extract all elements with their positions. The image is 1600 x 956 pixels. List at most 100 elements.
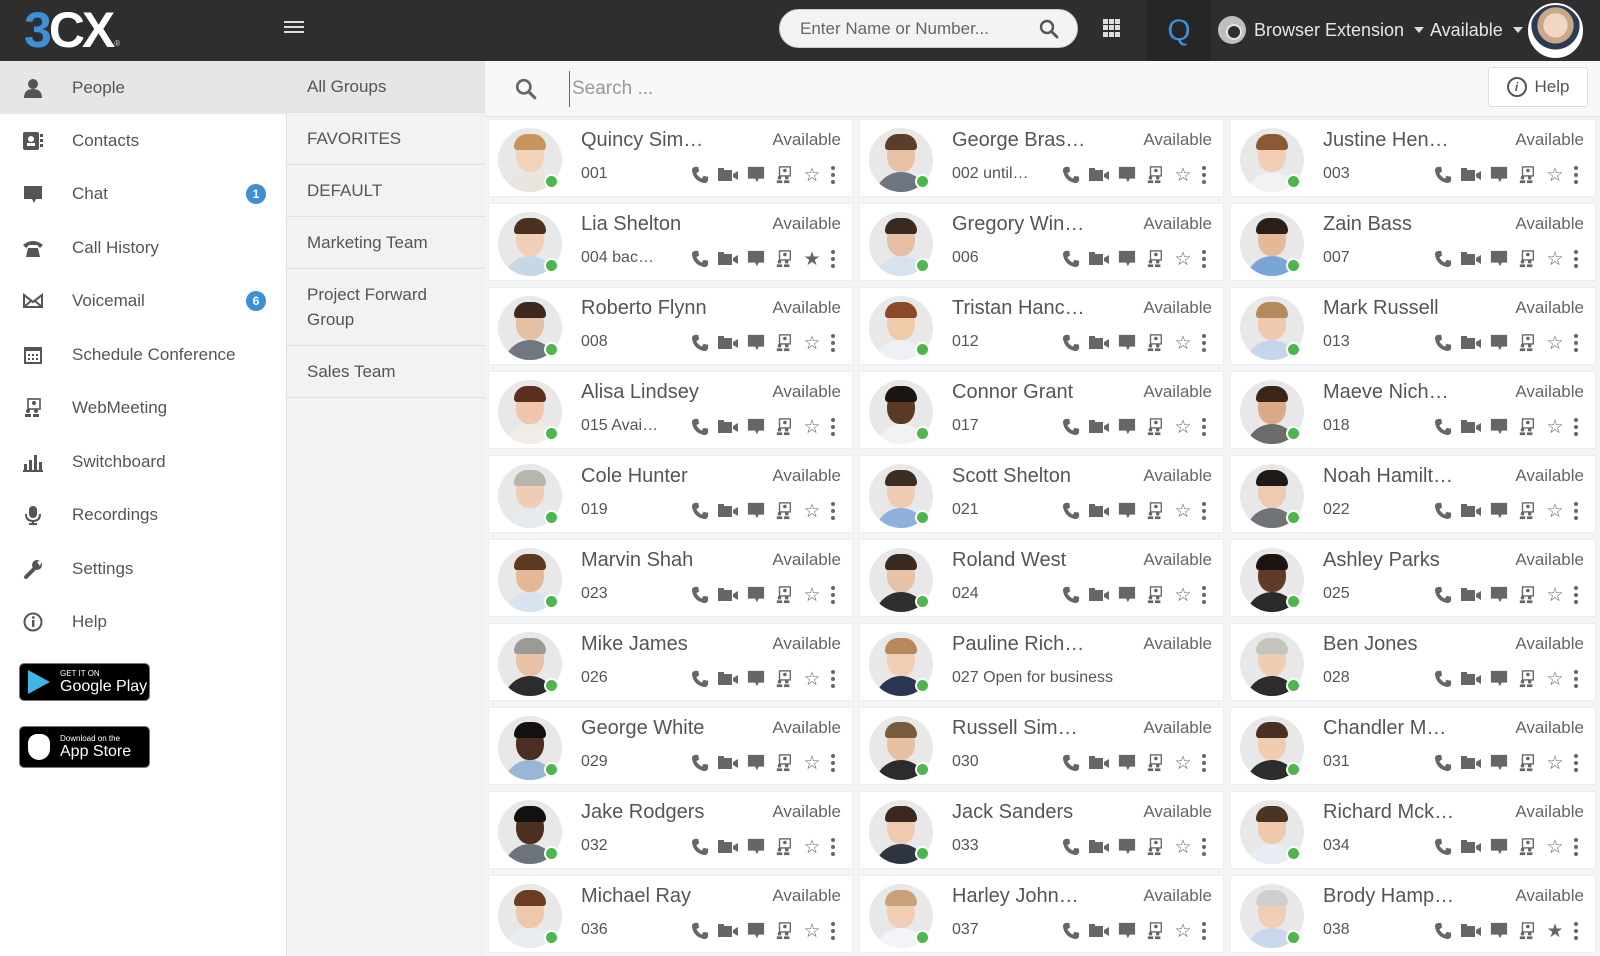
contact-card[interactable]: Ashley Parks Available 025 ☆ [1230, 539, 1596, 617]
contact-card[interactable]: Jake Rodgers Available 032 ☆ [488, 791, 853, 869]
contact-card[interactable]: Harley John… Available 037 ☆ [859, 875, 1224, 953]
favorite-star-icon[interactable]: ☆ [1541, 752, 1569, 774]
video-call-icon[interactable] [1457, 416, 1485, 438]
contact-card[interactable]: Marvin Shah Available 023 ☆ [488, 539, 853, 617]
contact-card[interactable]: Zain Bass Available 007 ☆ [1230, 203, 1596, 281]
contact-name[interactable]: Richard Mck… [1323, 801, 1454, 824]
chat-icon[interactable] [742, 416, 770, 438]
more-options-icon[interactable] [826, 836, 840, 858]
favorite-star-icon[interactable]: ☆ [1541, 668, 1569, 690]
chat-icon[interactable] [742, 332, 770, 354]
webmeeting-icon[interactable] [1141, 332, 1169, 354]
contact-name[interactable]: Marvin Shah [581, 549, 693, 572]
more-options-icon[interactable] [1197, 332, 1211, 354]
contact-name[interactable]: Jake Rodgers [581, 801, 704, 824]
webmeeting-icon[interactable] [1513, 584, 1541, 606]
favorite-star-icon[interactable]: ☆ [1169, 248, 1197, 270]
sidebar-item-people[interactable]: People [0, 61, 286, 114]
favorite-star-icon[interactable]: ☆ [798, 416, 826, 438]
group-item-default[interactable]: DEFAULT [287, 165, 485, 217]
webmeeting-icon[interactable] [1141, 164, 1169, 186]
call-icon[interactable] [1429, 920, 1457, 942]
favorite-star-icon[interactable]: ☆ [798, 920, 826, 942]
video-call-icon[interactable] [1457, 584, 1485, 606]
contact-name[interactable]: Roland West [952, 549, 1066, 572]
favorite-star-icon[interactable]: ☆ [798, 836, 826, 858]
webmeeting-icon[interactable] [1513, 164, 1541, 186]
contact-card[interactable]: Cole Hunter Available 019 ☆ [488, 455, 853, 533]
more-options-icon[interactable] [826, 584, 840, 606]
sidebar-item-help[interactable]: Help [0, 596, 286, 650]
3cx-logo[interactable]: 3 CX ® [24, 2, 120, 58]
webmeeting-icon[interactable] [1141, 836, 1169, 858]
call-icon[interactable] [1057, 836, 1085, 858]
contact-name[interactable]: Harley John… [952, 885, 1079, 908]
call-icon[interactable] [1429, 332, 1457, 354]
contact-card[interactable]: Connor Grant Available 017 ☆ [859, 371, 1224, 449]
contact-card[interactable]: Russell Sim… Available 030 ☆ [859, 707, 1224, 785]
more-options-icon[interactable] [826, 248, 840, 270]
contact-name[interactable]: Connor Grant [952, 381, 1073, 404]
browser-extension-dropdown[interactable]: Browser Extension [1218, 14, 1425, 46]
more-options-icon[interactable] [826, 920, 840, 942]
call-icon[interactable] [1429, 836, 1457, 858]
video-call-icon[interactable] [1085, 332, 1113, 354]
more-options-icon[interactable] [1569, 500, 1583, 522]
favorite-star-icon[interactable]: ☆ [798, 500, 826, 522]
webmeeting-icon[interactable] [1513, 500, 1541, 522]
chat-icon[interactable] [742, 920, 770, 942]
contact-card[interactable]: Alisa Lindsey Available 015 Avai… ☆ [488, 371, 853, 449]
favorite-star-icon[interactable]: ☆ [1169, 500, 1197, 522]
webmeeting-icon[interactable] [1513, 332, 1541, 354]
favorite-star-icon[interactable]: ☆ [798, 164, 826, 186]
chat-icon[interactable] [1485, 500, 1513, 522]
call-icon[interactable] [686, 416, 714, 438]
more-options-icon[interactable] [1569, 332, 1583, 354]
contact-card[interactable]: Quincy Sim… Available 001 ☆ [488, 119, 853, 197]
contact-name[interactable]: Michael Ray [581, 885, 691, 908]
more-options-icon[interactable] [1197, 416, 1211, 438]
call-icon[interactable] [686, 164, 714, 186]
chat-icon[interactable] [1485, 332, 1513, 354]
call-icon[interactable] [686, 584, 714, 606]
call-icon[interactable] [1429, 164, 1457, 186]
contact-name[interactable]: Mark Russell [1323, 297, 1439, 320]
contact-card[interactable]: Pauline Rich… Available 027 Open for busin… [859, 623, 1224, 701]
video-call-icon[interactable] [714, 584, 742, 606]
more-options-icon[interactable] [1569, 416, 1583, 438]
webmeeting-icon[interactable] [770, 836, 798, 858]
contact-card[interactable]: Chandler M… Available 031 ☆ [1230, 707, 1596, 785]
call-icon[interactable] [686, 836, 714, 858]
chat-icon[interactable] [1113, 164, 1141, 186]
webmeeting-icon[interactable] [1513, 416, 1541, 438]
contact-name[interactable]: Gregory Win… [952, 213, 1084, 236]
call-icon[interactable] [1429, 416, 1457, 438]
video-call-icon[interactable] [714, 668, 742, 690]
call-icon[interactable] [686, 668, 714, 690]
contact-name[interactable]: George White [581, 717, 704, 740]
webmeeting-icon[interactable] [1141, 248, 1169, 270]
video-call-icon[interactable] [1457, 752, 1485, 774]
contact-card[interactable]: Brody Hamp… Available 038 ★ [1230, 875, 1596, 953]
favorite-star-icon[interactable]: ☆ [1169, 416, 1197, 438]
video-call-icon[interactable] [1085, 248, 1113, 270]
more-options-icon[interactable] [1569, 752, 1583, 774]
contact-name[interactable]: Quincy Sim… [581, 129, 703, 152]
favorite-star-filled-icon[interactable]: ★ [1541, 920, 1569, 942]
status-dropdown[interactable]: Available [1430, 14, 1523, 46]
contact-name[interactable]: Cole Hunter [581, 465, 688, 488]
contact-card[interactable]: Richard Mck… Available 034 ☆ [1230, 791, 1596, 869]
more-options-icon[interactable] [1197, 164, 1211, 186]
webmeeting-icon[interactable] [770, 752, 798, 774]
favorite-star-icon[interactable]: ☆ [1541, 164, 1569, 186]
video-call-icon[interactable] [1457, 248, 1485, 270]
webmeeting-icon[interactable] [1141, 500, 1169, 522]
sidebar-item-webmeeting[interactable]: WebMeeting [0, 382, 286, 436]
video-call-icon[interactable] [714, 500, 742, 522]
more-options-icon[interactable] [1197, 248, 1211, 270]
contact-card[interactable]: Maeve Nich… Available 018 ☆ [1230, 371, 1596, 449]
video-call-icon[interactable] [1085, 416, 1113, 438]
chat-icon[interactable] [1113, 248, 1141, 270]
favorite-star-icon[interactable]: ☆ [1541, 500, 1569, 522]
contact-card[interactable]: Tristan Hanc… Available 012 ☆ [859, 287, 1224, 365]
